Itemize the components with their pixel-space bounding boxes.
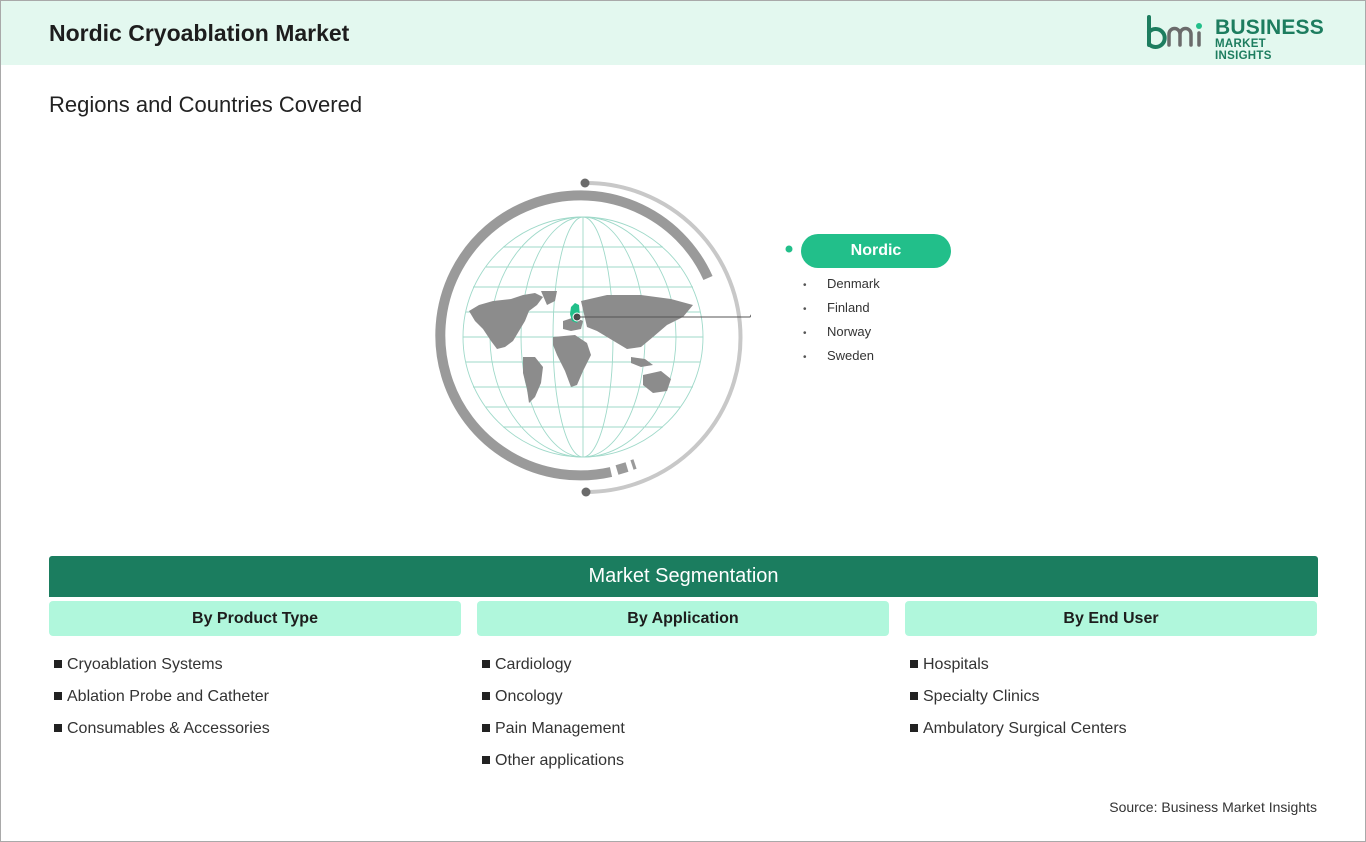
country-item: • Denmark [803,272,880,296]
source-note: Source: Business Market Insights [1109,799,1317,815]
square-bullet-icon [910,724,918,732]
segment-item-label: Ablation Probe and Catheter [67,688,269,705]
segment-item: Ambulatory Surgical Centers [910,717,1127,749]
segment-item-label: Consumables & Accessories [67,720,270,737]
bullet-icon: • [803,280,807,291]
segment-item-label: Cardiology [495,656,572,673]
segment-item: Ablation Probe and Catheter [54,685,270,717]
country-name: Sweden [827,348,874,363]
country-name: Denmark [827,276,880,291]
segment-heading-product-type: By Product Type [49,601,461,636]
africa [553,335,591,387]
segment-item: Cardiology [482,653,625,685]
arc-top-dot [580,178,590,188]
segment-item: Other applications [482,749,625,781]
header-bar: Nordic Cryoablation Market BUSINESS MARK… [1,1,1365,65]
page-frame: Nordic Cryoablation Market BUSINESS MARK… [0,0,1366,842]
country-name: Norway [827,324,872,339]
bullet-icon: • [803,304,807,315]
bullet-icon: • [803,328,807,339]
segment-item: Hospitals [910,653,1127,685]
arc-bottom-dot [581,487,591,497]
segment-item-label: Hospitals [923,656,989,673]
segment-item: Specialty Clinics [910,685,1127,717]
south-america [523,357,543,403]
leader-end-dot [785,245,793,253]
country-item: • Finland [803,296,880,320]
page-title: Nordic Cryoablation Market [49,20,350,46]
north-america [469,293,543,349]
bmi-logo-icon [1147,15,1202,49]
segment-item-label: Oncology [495,688,563,705]
square-bullet-icon [482,756,490,764]
bullet-icon: • [803,352,807,363]
segment-item-label: Other applications [495,752,624,769]
market-segmentation-bar: Market Segmentation [49,556,1318,597]
square-bullet-icon [482,660,490,668]
segment-heading-application: By Application [477,601,889,636]
square-bullet-icon [54,660,62,668]
square-bullet-icon [482,692,490,700]
logo-text-market-insights: MARKET INSIGHTS [1215,38,1272,62]
square-bullet-icon [54,724,62,732]
square-bullet-icon [910,660,918,668]
segment-item: Pain Management [482,717,625,749]
ring-dash-1 [615,462,629,475]
australia [643,371,671,393]
segment-list-application: Cardiology Oncology Pain Management Othe… [482,653,625,781]
segment-item-label: Ambulatory Surgical Centers [923,720,1127,737]
world-map [469,291,693,403]
segment-item: Oncology [482,685,625,717]
segment-heading-end-user: By End User [905,601,1317,636]
region-label-nordic: Nordic [801,234,951,268]
brand-logo: BUSINESS MARKET INSIGHTS [1145,15,1324,62]
segment-item: Consumables & Accessories [54,717,270,749]
segment-list-end-user: Hospitals Specialty Clinics Ambulatory S… [910,653,1127,749]
logo-text-business: BUSINESS [1215,16,1324,39]
square-bullet-icon [910,692,918,700]
square-bullet-icon [54,692,62,700]
square-bullet-icon [482,724,490,732]
country-item: • Sweden [803,344,880,368]
country-item: • Norway [803,320,880,344]
ring-dash-2 [630,459,637,470]
segment-item: Cryoablation Systems [54,653,270,685]
section-subtitle: Regions and Countries Covered [49,92,363,117]
segment-item-label: Cryoablation Systems [67,656,223,673]
segment-list-product-type: Cryoablation Systems Ablation Probe and … [54,653,270,749]
country-name: Finland [827,300,870,315]
country-list: • Denmark • Finland • Norway • Sweden [803,272,880,368]
segment-item-label: Specialty Clinics [923,688,1040,705]
segment-item-label: Pain Management [495,720,625,737]
globe-graphic [435,178,751,497]
